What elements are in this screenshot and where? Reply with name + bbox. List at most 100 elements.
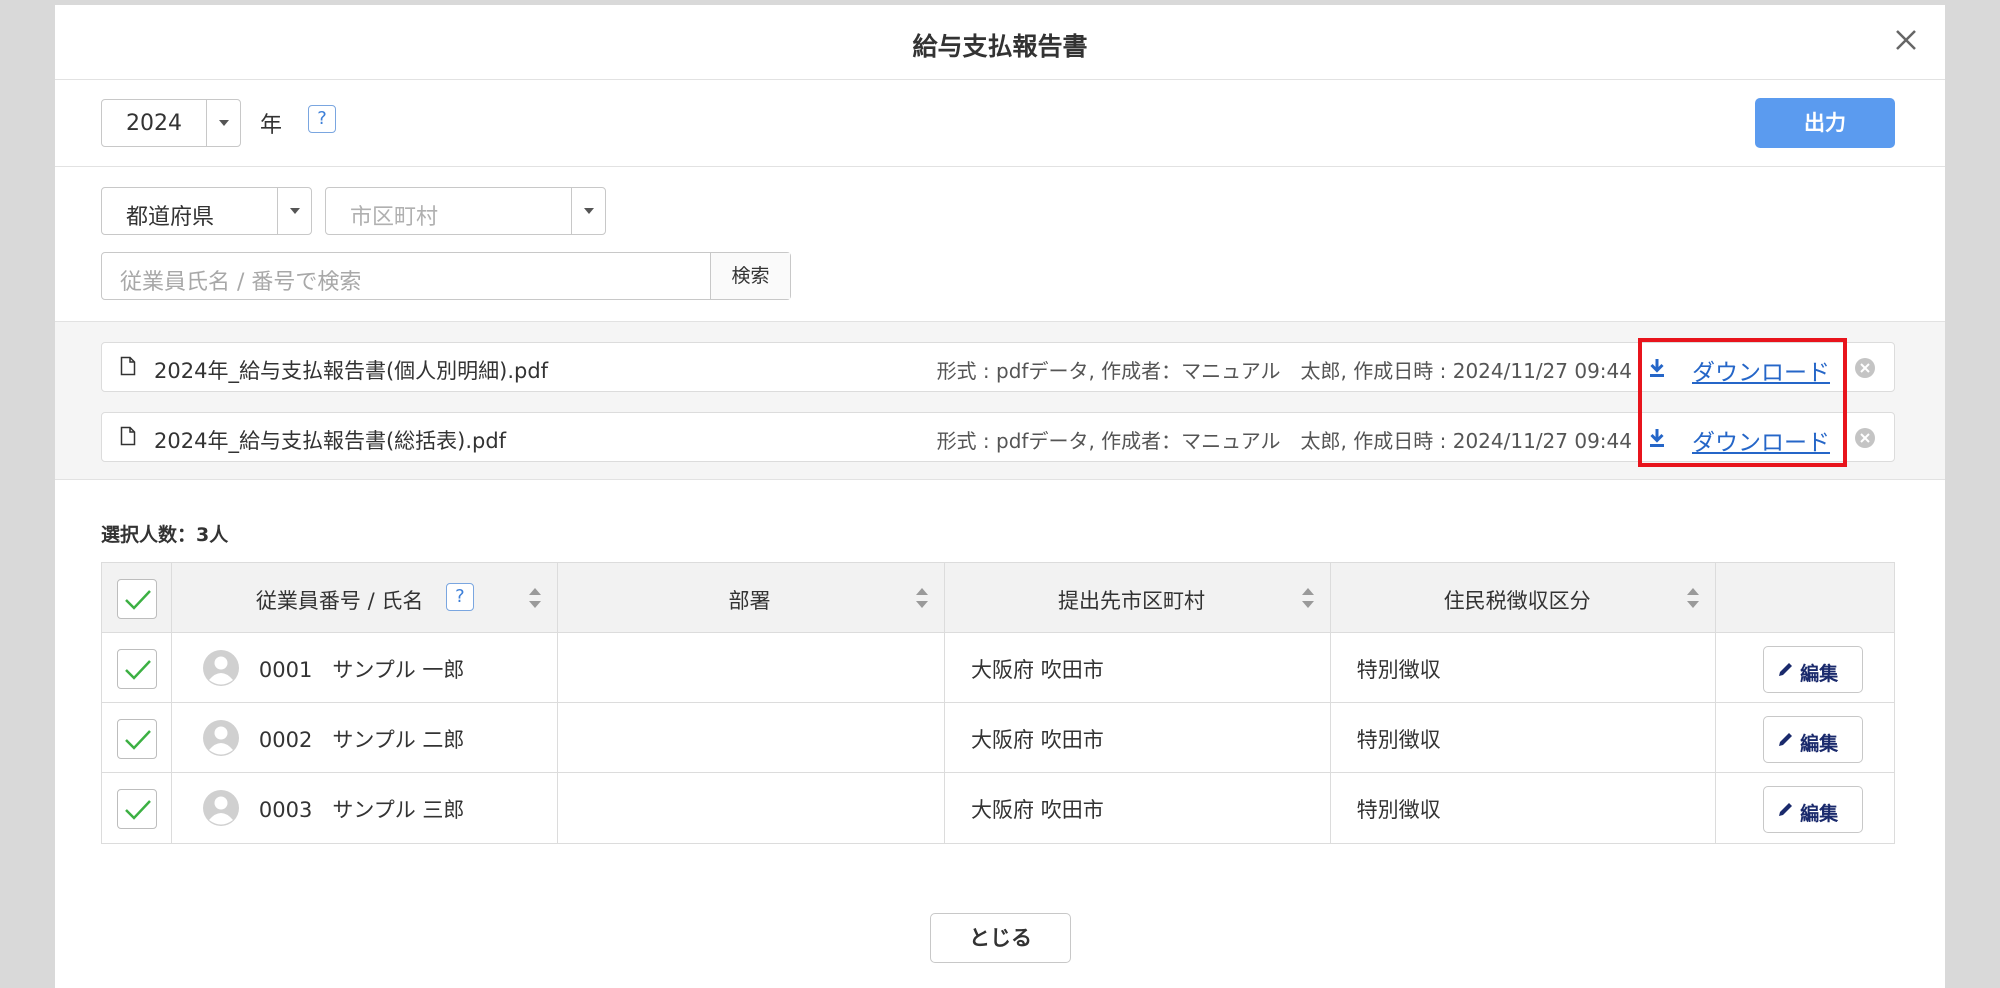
file-name: 2024年_給与支払報告書(総括表).pdf xyxy=(154,429,507,453)
help-icon[interactable]: ? xyxy=(308,105,336,133)
year-row: 2024 年 ? 出力 xyxy=(55,80,1945,167)
employee-cell: 0002 サンプル 二郎 xyxy=(172,703,559,772)
year-select[interactable]: 2024 xyxy=(101,99,241,147)
file-meta: 形式 : pdfデータ, 作成者：マニュアル 太郎, 作成日時 : 2024/1… xyxy=(936,429,1632,453)
header-tax[interactable]: 住民税徴収区分 xyxy=(1331,563,1717,632)
actions-cell: 編集 xyxy=(1716,773,1894,843)
header-city[interactable]: 提出先市区町村 xyxy=(945,563,1331,632)
check-icon xyxy=(125,590,151,610)
edit-button-label: 編集 xyxy=(1800,663,1839,685)
header-city-label: 提出先市区町村 xyxy=(1058,589,1206,613)
row-checkbox[interactable] xyxy=(117,649,157,689)
document-icon xyxy=(120,356,136,376)
check-icon xyxy=(125,660,151,680)
city-value: 大阪府 吹田市 xyxy=(971,658,1104,682)
edit-button-label: 編集 xyxy=(1800,803,1839,825)
help-icon[interactable]: ? xyxy=(445,583,474,611)
payroll-report-dialog: 給与支払報告書 2024 年 ? 出力 都道府県 市区町村 従業員氏名 / 番号… xyxy=(55,5,1945,988)
sort-icon[interactable] xyxy=(1300,583,1316,613)
download-link[interactable]: ダウンロード xyxy=(1692,353,1830,387)
row-checkbox[interactable] xyxy=(117,719,157,759)
header-employee-label: 従業員番号 / 氏名 xyxy=(255,589,424,613)
check-icon xyxy=(125,730,151,750)
avatar-icon xyxy=(202,720,239,756)
pencil-icon xyxy=(1779,733,1793,746)
chevron-down-icon[interactable] xyxy=(206,100,240,146)
pencil-icon xyxy=(1779,803,1793,816)
employee-cell: 0003 サンプル 三郎 xyxy=(172,773,559,843)
edit-button[interactable]: 編集 xyxy=(1763,786,1864,833)
close-icon[interactable] xyxy=(1889,23,1923,57)
employee-table: 従業員番号 / 氏名 ? 部署 提出先市区町村 住民税徴収区分 0001 サンプ… xyxy=(101,562,1895,844)
header-employee[interactable]: 従業員番号 / 氏名 ? xyxy=(172,563,559,632)
employee-name: 0003 サンプル 三郎 xyxy=(258,798,465,822)
sort-icon[interactable] xyxy=(527,583,543,613)
dept-cell xyxy=(558,773,946,843)
employee-name: 0002 サンプル 二郎 xyxy=(258,728,465,752)
header-actions xyxy=(1716,563,1894,632)
chevron-down-icon[interactable] xyxy=(571,188,605,234)
file-row: 2024年_給与支払報告書(個人別明細).pdf 形式 : pdfデータ, 作成… xyxy=(101,342,1895,392)
prefecture-select-value: 都道府県 xyxy=(126,205,215,230)
file-name: 2024年_給与支払報告書(個人別明細).pdf xyxy=(154,359,549,383)
row-checkbox-cell xyxy=(102,773,172,843)
pencil-icon xyxy=(1779,663,1793,676)
year-label: 年 xyxy=(260,113,283,138)
header-checkbox-cell xyxy=(102,563,172,632)
edit-button-label: 編集 xyxy=(1800,733,1839,755)
dialog-title: 給与支払報告書 xyxy=(912,32,1088,61)
header-tax-label: 住民税徴収区分 xyxy=(1443,589,1591,613)
avatar-icon xyxy=(202,650,239,686)
generated-files-list: 2024年_給与支払報告書(個人別明細).pdf 形式 : pdfデータ, 作成… xyxy=(55,322,1945,480)
city-cell: 大阪府 吹田市 xyxy=(945,703,1331,772)
row-checkbox[interactable] xyxy=(117,789,157,829)
city-value: 大阪府 吹田市 xyxy=(971,728,1104,752)
tax-cell: 特別徴収 xyxy=(1331,633,1717,702)
file-meta: 形式 : pdfデータ, 作成者：マニュアル 太郎, 作成日時 : 2024/1… xyxy=(936,359,1632,383)
selected-count: 選択人数：3人 xyxy=(101,524,229,546)
download-icon[interactable] xyxy=(1648,357,1666,379)
edit-button[interactable]: 編集 xyxy=(1763,646,1864,693)
actions-cell: 編集 xyxy=(1716,633,1894,702)
download-link[interactable]: ダウンロード xyxy=(1692,423,1830,457)
tax-cell: 特別徴収 xyxy=(1331,773,1717,843)
document-icon xyxy=(120,426,136,446)
select-all-checkbox[interactable] xyxy=(117,579,157,619)
prefecture-select[interactable]: 都道府県 xyxy=(101,187,312,235)
employee-name: 0001 サンプル 一郎 xyxy=(258,658,465,682)
check-icon xyxy=(125,800,151,820)
dept-cell xyxy=(558,703,946,772)
close-button[interactable]: とじる xyxy=(930,913,1071,963)
search-button[interactable]: 検索 xyxy=(710,253,790,299)
employee-search-input[interactable]: 従業員氏名 / 番号で検索 検索 xyxy=(101,252,791,300)
row-checkbox-cell xyxy=(102,633,172,702)
sort-icon[interactable] xyxy=(1685,583,1701,613)
search-placeholder: 従業員氏名 / 番号で検索 xyxy=(120,270,362,295)
tax-value: 特別徴収 xyxy=(1356,798,1441,822)
table-header: 従業員番号 / 氏名 ? 部署 提出先市区町村 住民税徴収区分 xyxy=(102,563,1894,633)
city-cell: 大阪府 吹田市 xyxy=(945,773,1331,843)
city-select[interactable]: 市区町村 xyxy=(325,187,606,235)
tax-value: 特別徴収 xyxy=(1356,728,1441,752)
city-cell: 大阪府 吹田市 xyxy=(945,633,1331,702)
remove-icon[interactable] xyxy=(1854,427,1876,449)
header-dept-label: 部署 xyxy=(728,589,771,613)
remove-icon[interactable] xyxy=(1854,357,1876,379)
city-value: 大阪府 吹田市 xyxy=(971,798,1104,822)
edit-button[interactable]: 編集 xyxy=(1763,716,1864,763)
tax-value: 特別徴収 xyxy=(1356,658,1441,682)
actions-cell: 編集 xyxy=(1716,703,1894,772)
avatar-icon xyxy=(202,790,239,826)
employee-cell: 0001 サンプル 一郎 xyxy=(172,633,559,702)
chevron-down-icon[interactable] xyxy=(277,188,311,234)
table-row: 0002 サンプル 二郎 大阪府 吹田市 特別徴収 編集 xyxy=(102,703,1894,773)
row-checkbox-cell xyxy=(102,703,172,772)
year-select-value: 2024 xyxy=(126,111,182,136)
table-row: 0001 サンプル 一郎 大阪府 吹田市 特別徴収 編集 xyxy=(102,633,1894,703)
city-select-placeholder: 市区町村 xyxy=(350,205,439,230)
output-button[interactable]: 出力 xyxy=(1755,98,1895,148)
sort-icon[interactable] xyxy=(914,583,930,613)
tax-cell: 特別徴収 xyxy=(1331,703,1717,772)
download-icon[interactable] xyxy=(1648,427,1666,449)
header-dept[interactable]: 部署 xyxy=(558,563,946,632)
